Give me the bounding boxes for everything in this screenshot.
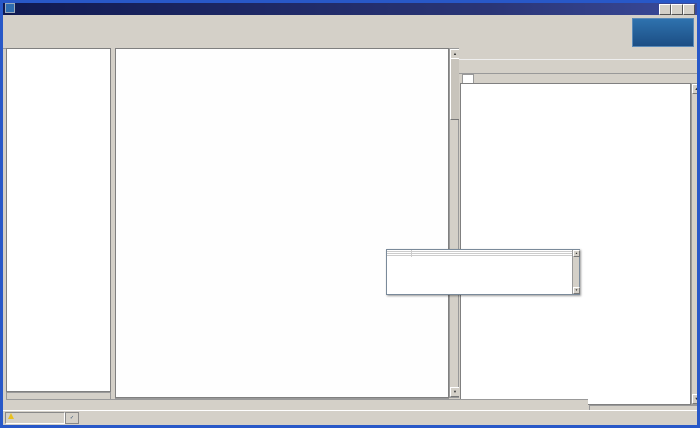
docear-window: ▲ ▼ ◀ ▶ ▲ ▼ bbox=[0, 0, 700, 428]
bib-file-tabs bbox=[459, 72, 697, 85]
attribute-key-value bbox=[412, 250, 579, 251]
attribute-authors-label bbox=[387, 254, 412, 255]
status-bar: ✓ bbox=[3, 410, 697, 425]
status-text bbox=[81, 412, 693, 422]
table-scroll-up-icon[interactable]: ▲ bbox=[692, 84, 697, 94]
attribute-key-label bbox=[387, 250, 412, 251]
mindmap-vscrollbar[interactable]: ▲ ▼ bbox=[449, 48, 460, 398]
references-table bbox=[460, 83, 691, 405]
popup-scrollbar[interactable]: ▲ ▼ bbox=[572, 250, 580, 294]
error-count[interactable] bbox=[5, 412, 65, 424]
title-bar bbox=[3, 3, 697, 15]
popup-scroll-down-icon[interactable]: ▼ bbox=[573, 287, 580, 294]
main-toolbar bbox=[3, 25, 697, 36]
annotation-status-icon: ✓ bbox=[65, 412, 79, 424]
table-vscrollbar[interactable]: ▲ ▼ bbox=[691, 83, 697, 405]
app-icon bbox=[5, 3, 15, 13]
mindmap-canvas[interactable] bbox=[115, 48, 449, 398]
attribute-row bbox=[387, 256, 579, 257]
attribute-authors-value bbox=[412, 254, 579, 255]
panel-tabs bbox=[459, 48, 697, 59]
docear-logo bbox=[632, 18, 694, 47]
attribute-title-label bbox=[387, 252, 412, 253]
popup-scroll-up-icon[interactable]: ▲ bbox=[573, 250, 580, 257]
node-attributes-popup: ▲ ▼ bbox=[386, 249, 580, 295]
attribute-year-label bbox=[387, 256, 412, 257]
attribute-title-value bbox=[412, 252, 579, 253]
table-scroll-down-icon[interactable]: ▼ bbox=[692, 394, 697, 404]
references-panel: ▲ ▼ bbox=[459, 48, 697, 412]
attribute-year-value bbox=[412, 256, 579, 257]
close-button[interactable] bbox=[683, 4, 695, 15]
restore-button[interactable] bbox=[671, 4, 683, 15]
workspace-tree bbox=[6, 48, 111, 392]
window-controls bbox=[659, 4, 695, 15]
mindmap-nodes bbox=[116, 49, 448, 397]
minimize-button[interactable] bbox=[659, 4, 671, 15]
warning-icon bbox=[8, 413, 14, 419]
